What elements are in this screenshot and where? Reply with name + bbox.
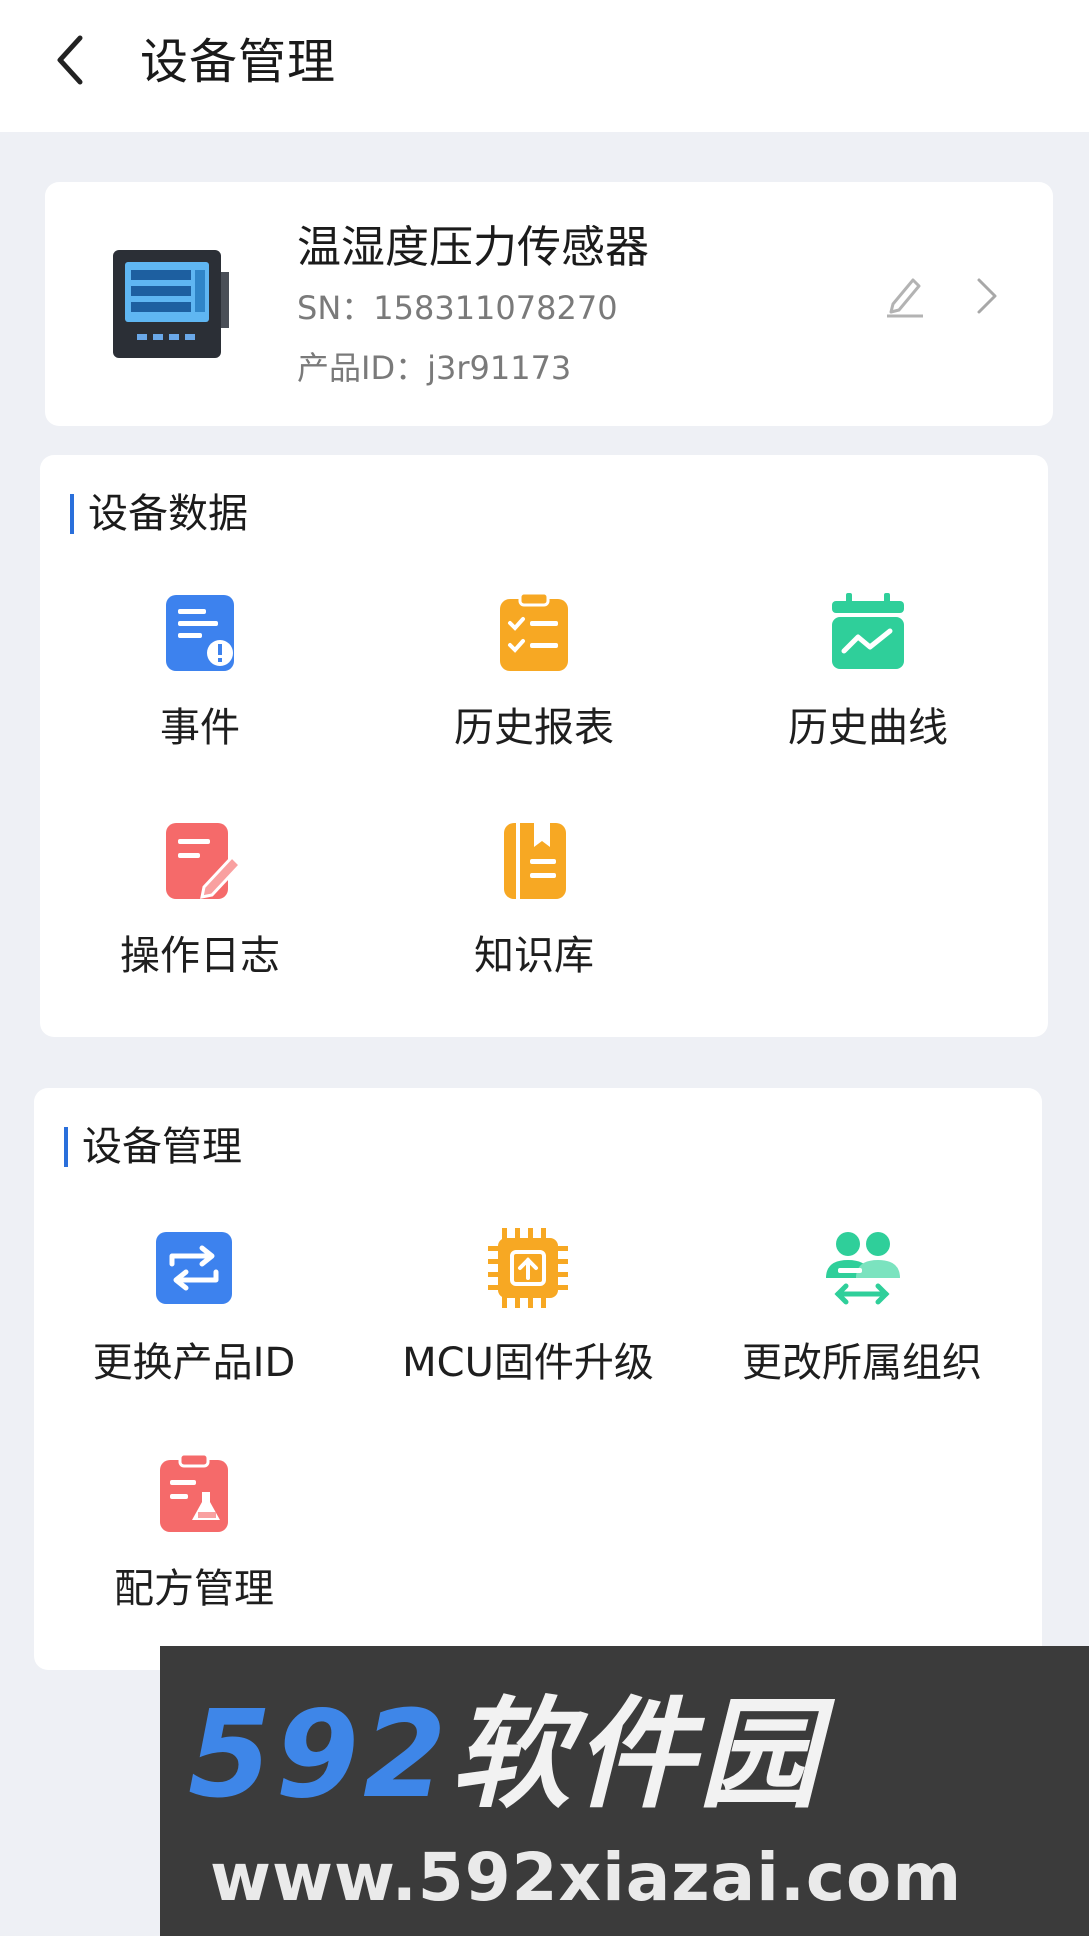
watermark-logo-number: 592 <box>188 1686 451 1825</box>
knowledge-book-icon <box>504 823 566 899</box>
log-edit-icon <box>166 823 243 899</box>
edit-pencil-icon[interactable] <box>883 270 927 318</box>
recipe-flask-icon <box>160 1452 228 1532</box>
section-header: 设备管理 <box>64 1122 242 1172</box>
grid-item-label: 操作日志 <box>120 933 280 979</box>
page-title: 设备管理 <box>140 34 337 90</box>
grid-item-label: 更改所属组织 <box>742 1340 982 1386</box>
chevron-left-icon <box>57 35 83 85</box>
grid-item-history-report[interactable]: 历史报表 <box>374 589 694 779</box>
chip-upgrade-icon <box>488 1228 568 1308</box>
grid-item-label: 更换产品ID <box>92 1340 296 1386</box>
grid-item-label: MCU固件升级 <box>402 1340 654 1386</box>
report-clipboard-icon <box>500 591 568 671</box>
grid-item-label: 知识库 <box>474 933 594 979</box>
grid-item-operation-log[interactable]: 操作日志 <box>40 817 360 1007</box>
device-management-section: 设备管理 更换产品ID MCU固件升级 更改所属组织 配方管理 <box>34 1088 1042 1670</box>
device-product-id: 产品ID：j3r91173 <box>297 349 572 387</box>
section-header: 设备数据 <box>70 489 248 539</box>
grid-item-label: 事件 <box>160 705 240 751</box>
section-title: 设备数据 <box>88 491 248 537</box>
grid-item-recipe-management[interactable]: 配方管理 <box>34 1450 354 1640</box>
swap-icon <box>156 1232 232 1304</box>
section-title: 设备管理 <box>82 1124 242 1170</box>
device-sn: SN：158311078270 <box>297 289 618 327</box>
grid-item-label: 历史曲线 <box>788 705 948 751</box>
group-transfer-icon <box>826 1232 900 1305</box>
top-bar: 设备管理 <box>0 0 1089 132</box>
watermark-url: www.592xiazai.com <box>210 1839 963 1916</box>
grid-item-event[interactable]: 事件 <box>40 589 360 779</box>
device-meter-image <box>113 250 229 358</box>
curve-calendar-icon <box>832 593 904 669</box>
watermark-banner: 592软件园 www.592xiazai.com <box>160 1646 1089 1936</box>
section-accent-bar <box>70 494 74 534</box>
grid-item-label: 配方管理 <box>114 1566 274 1612</box>
watermark-logo: 592软件园 <box>188 1686 823 1826</box>
section-accent-bar <box>64 1127 68 1167</box>
device-info-card[interactable]: 温湿度压力传感器 SN：158311078270 产品ID：j3r91173 <box>45 182 1053 426</box>
grid-item-change-product-id[interactable]: 更换产品ID <box>34 1224 354 1414</box>
event-alert-icon <box>166 595 234 671</box>
grid-item-history-curve[interactable]: 历史曲线 <box>708 589 1028 779</box>
back-button[interactable] <box>44 28 104 92</box>
device-name: 温湿度压力传感器 <box>297 222 649 273</box>
grid-item-knowledge-base[interactable]: 知识库 <box>374 817 694 1007</box>
device-data-section: 设备数据 事件 历史报表 历史曲线 操作日志 知识库 <box>40 455 1048 1037</box>
chevron-right-icon[interactable] <box>971 274 1001 318</box>
watermark-logo-text: 软件园 <box>450 1686 823 1825</box>
grid-item-mcu-firmware-upgrade[interactable]: MCU固件升级 <box>368 1224 688 1414</box>
grid-item-change-organization[interactable]: 更改所属组织 <box>702 1224 1022 1414</box>
grid-item-label: 历史报表 <box>454 705 614 751</box>
